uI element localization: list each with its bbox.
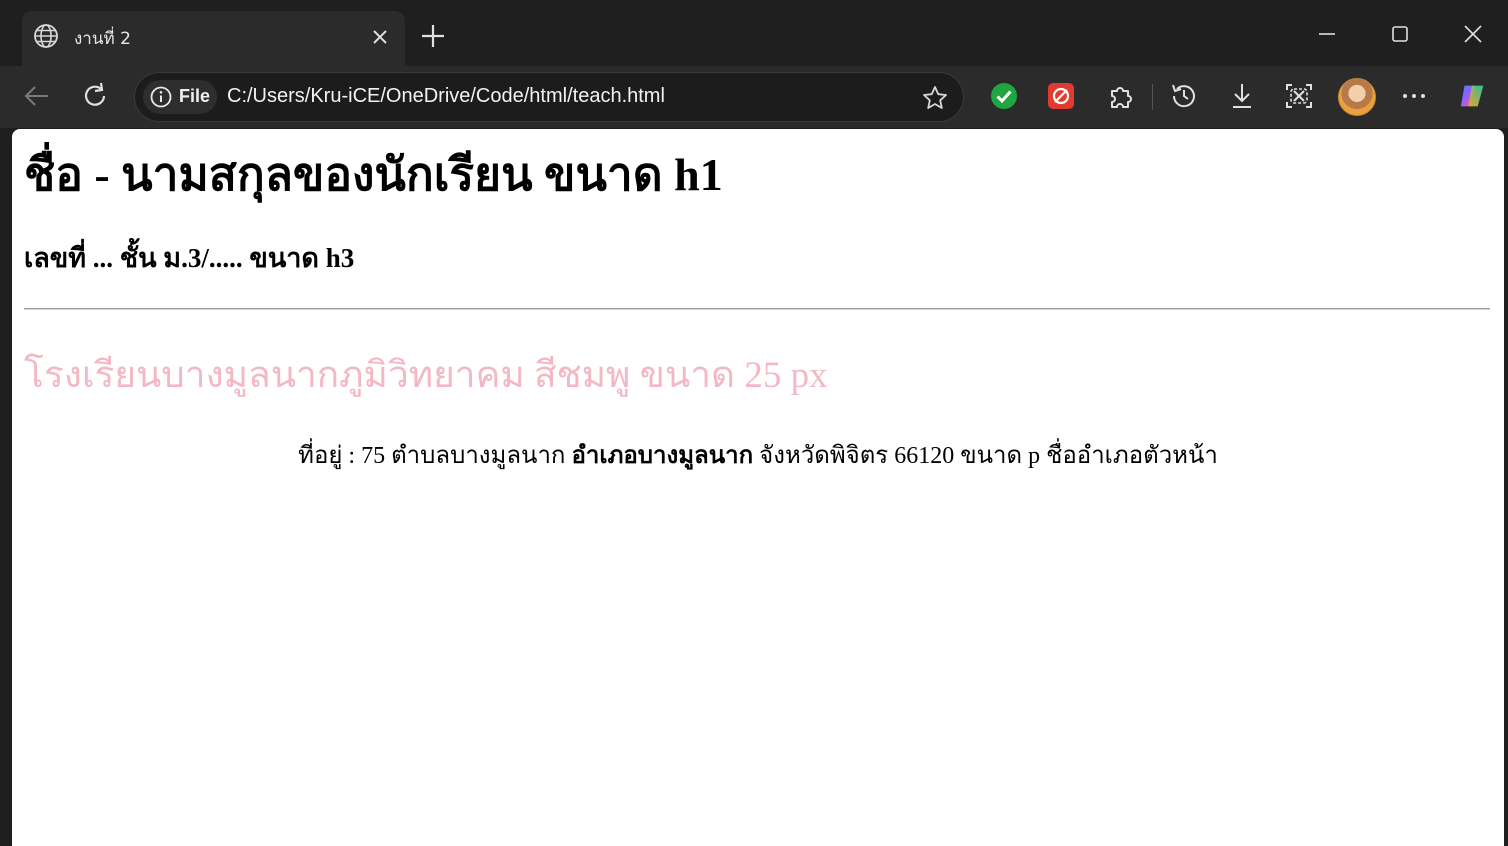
tab-title: งานที่ 2 [74,29,131,49]
download-icon [1233,84,1251,108]
extensions-button[interactable] [1104,80,1136,112]
more-button[interactable] [1398,80,1430,112]
extension-green-button[interactable] [988,80,1020,112]
arrow-left-icon [24,86,48,106]
more-icon [1403,94,1425,98]
screenshot-button[interactable] [1283,80,1315,112]
extension-red-button[interactable] [1045,80,1077,112]
close-window-icon[interactable] [1459,20,1487,48]
tab-strip: งานที่ 2 [0,0,1508,66]
school-name: โรงเรียนบางมูลนากภูมิวิทยาคม สีชมพู ขนาด… [24,355,828,396]
toolbar: File C:/Users/Kru-iCE/OneDrive/Code/html… [0,66,1508,128]
url-text[interactable]: C:/Users/Kru-iCE/OneDrive/Code/html/teac… [227,85,665,108]
address-paragraph: ที่อยู่ : 75 ตำบลบางมูลนาก อำเภอบางมูลนา… [12,440,1504,472]
horizontal-rule [24,308,1490,310]
refresh-icon [84,82,106,106]
toolbar-separator [1152,84,1153,110]
address-text-before: ที่อยู่ : 75 ตำบลบางมูลนาก [298,443,572,469]
copilot-button[interactable] [1457,80,1489,112]
active-tab[interactable]: งานที่ 2 [22,11,405,66]
history-button[interactable] [1168,80,1200,112]
history-icon [1172,84,1195,108]
downloads-button[interactable] [1226,80,1258,112]
site-info-button[interactable]: File [143,80,217,114]
maximize-icon[interactable] [1386,20,1414,48]
address-text-after: จังหวัดพิจิตร 66120 ขนาด p ชื่ออำเภอตัวห… [753,443,1218,469]
new-tab-plus-icon[interactable] [419,22,447,50]
green-check-extension-icon [991,83,1017,109]
back-button[interactable] [21,80,53,112]
copilot-icon [1460,85,1484,107]
star-icon[interactable] [921,84,949,112]
puzzle-icon [1111,87,1132,108]
info-icon [150,86,172,108]
screenshot-icon [1286,84,1312,108]
globe-icon [34,24,58,48]
close-icon[interactable] [369,26,391,48]
page-heading-h1: ชื่อ - นามสกุลของนักเรียน ขนาด h1 [24,149,723,200]
reload-button[interactable] [79,80,111,112]
avatar[interactable] [1338,78,1376,116]
browser-window: งานที่ 2 File C:/Users/Kru-iCE/OneDrive/… [0,0,1508,846]
page-viewport: ชื่อ - นามสกุลของนักเรียน ขนาด h1 เลขที่… [12,129,1504,846]
address-district-bold: อำเภอบางมูลนาก [571,443,754,469]
minimize-icon[interactable] [1313,20,1341,48]
address-bar[interactable]: File C:/Users/Kru-iCE/OneDrive/Code/html… [134,72,964,122]
page-heading-h3: เลขที่ ... ชั้น ม.3/..... ขนาด h3 [24,243,355,273]
red-extension-icon [1048,83,1074,109]
scheme-label: File [179,86,211,106]
